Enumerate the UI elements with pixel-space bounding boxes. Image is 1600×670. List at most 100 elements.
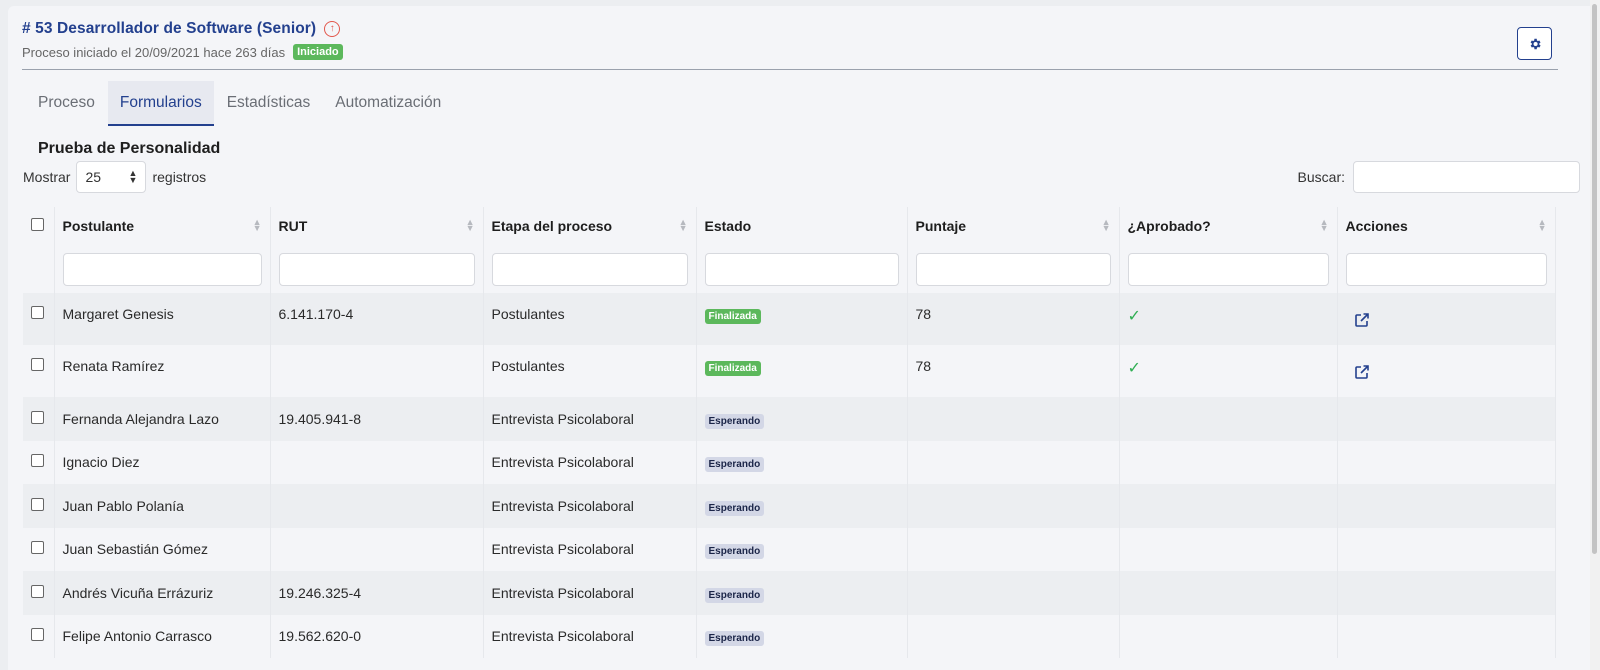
row-checkbox[interactable] [31, 306, 44, 319]
filter-postulante-input[interactable] [62, 252, 262, 286]
row-checkbox[interactable] [31, 410, 44, 424]
cell-estado: Finalizada [696, 345, 908, 397]
column-header-acciones[interactable]: Acciones ▲ ▼ [1337, 207, 1556, 245]
table-row[interactable]: Juan Pablo Polanía Entrevista Psicolabora… [23, 484, 1556, 528]
check-icon: ✓ [1127, 308, 1141, 325]
arrow-up-circle-icon[interactable]: ↑ [324, 21, 341, 37]
cell-aprobado [1119, 527, 1338, 571]
scrollbar-thumb[interactable] [1592, 4, 1597, 554]
estado-badge: Esperando [704, 631, 765, 647]
page-scrollbar[interactable] [1590, 0, 1600, 670]
cell-puntaje [907, 571, 1120, 615]
cell-etapa: Entrevista Psicolaboral [483, 571, 697, 615]
column-header-puntaje[interactable]: Puntaje ▲ ▼ [907, 207, 1120, 245]
cell-rut: 6.141.170-4 [270, 293, 484, 345]
row-select-cell [23, 614, 55, 658]
cell-estado: Finalizada [696, 293, 908, 345]
section-title: Prueba de Personalidad [38, 140, 221, 157]
gear-icon [1530, 38, 1541, 49]
sort-icon: ▲ ▼ [1319, 217, 1329, 233]
column-header-aprobado[interactable]: ¿Aprobado? ▲ ▼ [1119, 207, 1338, 245]
cell-estado: Esperando [696, 527, 908, 571]
cell-rut [270, 484, 484, 528]
tab-bar: Proceso Formularios Estadísticas Automat… [26, 81, 454, 126]
search-label: Buscar: [1297, 169, 1345, 185]
estado-badge: Finalizada [704, 309, 761, 324]
filter-etapa-input[interactable] [491, 252, 688, 286]
cell-rut [270, 527, 484, 571]
cell-etapa: Postulantes [483, 293, 697, 345]
column-header-etapa[interactable]: Etapa del proceso ▲ ▼ [483, 207, 697, 245]
cell-etapa: Entrevista Psicolaboral [483, 484, 697, 528]
cell-postulante: Renata Ramírez [54, 345, 271, 397]
tab-formularios[interactable]: Formularios [107, 81, 214, 126]
tab-estadisticas[interactable]: Estadísticas [215, 81, 323, 126]
row-checkbox[interactable] [31, 541, 44, 555]
cell-postulante: Margaret Genesis [54, 293, 271, 345]
sort-icon: ▲ ▼ [1101, 217, 1111, 233]
cell-acciones [1337, 484, 1556, 528]
column-header-postulante[interactable]: Postulante ▲ ▼ [54, 207, 271, 245]
filter-estado-input[interactable] [704, 252, 899, 286]
estado-badge: Esperando [704, 500, 765, 516]
cell-postulante: Andrés Vicuña Errázuriz [54, 571, 271, 615]
table-row[interactable]: Felipe Antonio Carrasco 19.562.620-0 Entre… [23, 614, 1556, 658]
length-suffix: registros [152, 169, 207, 185]
cell-aprobado [1119, 614, 1338, 658]
search-input[interactable] [1353, 161, 1580, 193]
cell-aprobado [1119, 571, 1338, 615]
table-row[interactable]: Ignacio Diez Entrevista Psicolaboral Esper… [23, 440, 1556, 484]
column-header-estado[interactable]: Estado [696, 207, 908, 245]
cell-puntaje [907, 614, 1120, 658]
table-row[interactable]: Fernanda Alejandra Lazo 19.405.941-8 Entre… [23, 397, 1556, 441]
status-badge: Iniciado [293, 44, 343, 60]
row-checkbox[interactable] [31, 497, 44, 511]
page-header: # 53 Desarrollador de Software (Senior) … [22, 20, 1558, 70]
header-row: Postulante ▲ ▼ RUT ▲ ▼ Etapa del proceso ▲ ▼ E… [23, 207, 1556, 245]
table-row[interactable]: Juan Sebastián Gómez Entrevista Psicolabo… [23, 527, 1556, 571]
cell-rut: 19.405.941-8 [270, 397, 484, 441]
table-row[interactable]: Renata Ramírez Postulantes Finalizada 78 ✓ [23, 345, 1556, 397]
table-row[interactable]: Andrés Vicuña Errázuriz 19.246.325-4 Entre… [23, 571, 1556, 615]
cell-estado: Esperando [696, 440, 908, 484]
column-header-rut[interactable]: RUT ▲ ▼ [270, 207, 484, 245]
cell-etapa: Entrevista Psicolaboral [483, 527, 697, 571]
cell-puntaje: 78 [907, 345, 1120, 397]
settings-button[interactable] [1517, 27, 1552, 60]
filter-rut-input[interactable] [278, 252, 475, 286]
row-select-cell [23, 293, 55, 345]
cell-estado: Esperando [696, 397, 908, 441]
cell-postulante: Juan Pablo Polanía [54, 484, 271, 528]
cell-estado: Esperando [696, 614, 908, 658]
row-checkbox[interactable] [31, 454, 44, 468]
tab-proceso[interactable]: Proceso [26, 81, 107, 126]
cell-acciones [1337, 614, 1556, 658]
tab-automatizacion[interactable]: Automatización [323, 81, 453, 126]
row-checkbox[interactable] [31, 358, 44, 371]
table-row[interactable]: Margaret Genesis 6.141.170-4 Postulantes Fi… [23, 293, 1556, 345]
filter-puntaje-input[interactable] [915, 252, 1111, 286]
select-all-checkbox[interactable] [31, 218, 44, 231]
cell-puntaje [907, 527, 1120, 571]
filter-aprobado-input[interactable] [1127, 252, 1329, 286]
row-select-cell [23, 484, 55, 528]
estado-badge: Esperando [704, 544, 765, 560]
row-select-cell [23, 345, 55, 397]
cell-rut [270, 345, 484, 397]
cell-aprobado [1119, 397, 1338, 441]
results-table: Postulante ▲ ▼ RUT ▲ ▼ Etapa del proceso ▲ ▼ E… [23, 207, 1556, 658]
open-external-icon[interactable] [1354, 312, 1370, 331]
page-length-value: 25 [85, 169, 102, 185]
cell-postulante: Juan Sebastián Gómez [54, 527, 271, 571]
page-length-select[interactable]: 25 ▲ ▼ [76, 161, 147, 193]
row-checkbox[interactable] [31, 628, 44, 642]
cell-postulante: Felipe Antonio Carrasco [54, 614, 271, 658]
cell-aprobado: ✓ [1119, 293, 1338, 345]
select-all-cell [23, 207, 55, 245]
open-external-icon[interactable] [1354, 364, 1370, 383]
sort-icon: ▲ ▼ [678, 217, 688, 233]
process-subtitle: Proceso iniciado el 20/09/2021 hace 263 … [22, 44, 286, 60]
filter-acciones-input[interactable] [1345, 252, 1547, 286]
page-title: # 53 Desarrollador de Software (Senior) [22, 20, 317, 37]
row-checkbox[interactable] [31, 584, 44, 598]
